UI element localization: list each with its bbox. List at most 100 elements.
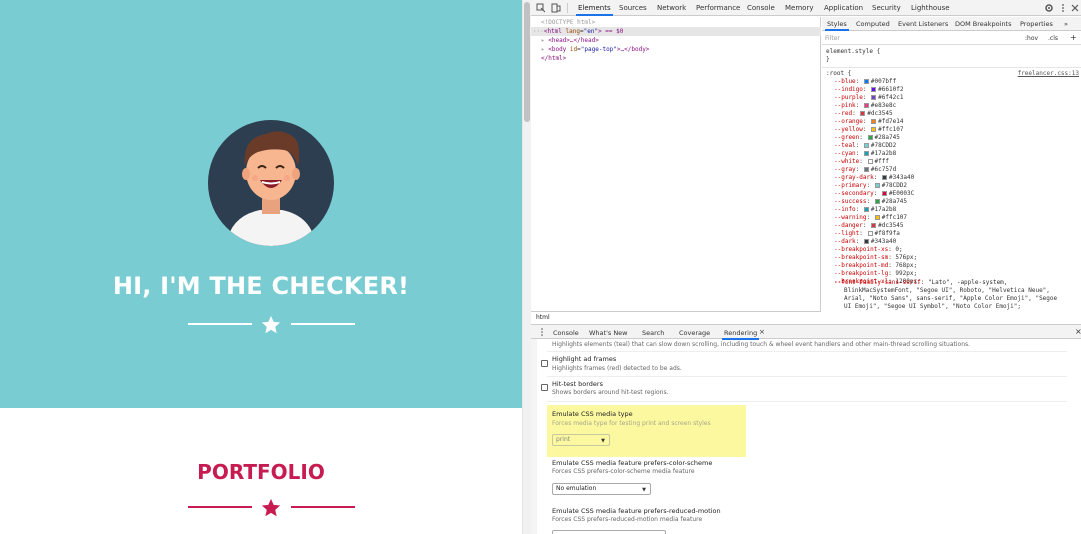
css-variable-line[interactable]: --yellow: #ffc107 — [834, 126, 903, 134]
css-variable-line[interactable]: --danger: #dc3545 — [834, 222, 903, 230]
styles-filter-input[interactable]: Filter — [825, 35, 840, 42]
color-swatch[interactable] — [860, 111, 866, 116]
device-toolbar-icon[interactable] — [551, 3, 561, 13]
css-variable-line[interactable]: --breakpoint-sm: 576px; — [834, 254, 917, 262]
css-variable-line[interactable]: --green: #28a745 — [834, 134, 900, 142]
media-type-value: print — [556, 436, 571, 443]
css-variable-line[interactable]: --white: #fff — [834, 158, 889, 166]
css-variable-line[interactable]: --gray: #6c757d — [834, 166, 896, 174]
color-swatch[interactable] — [863, 143, 869, 148]
css-variable-line[interactable]: --success: #28a745 — [834, 198, 907, 206]
css-variable-line[interactable]: --light: #f8f9fa — [834, 230, 900, 238]
css-variable-line[interactable]: --gray-dark: #343a40 — [834, 174, 914, 182]
color-swatch[interactable] — [871, 95, 877, 100]
color-swatch[interactable] — [881, 175, 887, 180]
cls-button[interactable]: .cls — [1048, 35, 1058, 42]
doctype-node[interactable]: <!DOCTYPE html> — [541, 18, 595, 27]
tab-event-listeners[interactable]: Event Listeners — [898, 20, 948, 28]
breadcrumb-item-html[interactable]: html — [536, 314, 550, 321]
tab-lighthouse[interactable]: Lighthouse — [911, 4, 950, 12]
new-rule-button[interactable]: + — [1070, 33, 1077, 42]
drawer-tab-search[interactable]: Search — [642, 329, 664, 337]
css-variable-line[interactable]: --cyan: #17a2b8 — [834, 150, 896, 158]
color-swatch[interactable] — [863, 79, 869, 84]
color-swatch[interactable] — [863, 103, 869, 108]
css-variable-line[interactable]: --info: #17a2b8 — [834, 206, 896, 214]
tab-computed[interactable]: Computed — [856, 20, 890, 28]
reduced-motion-select[interactable] — [552, 530, 666, 534]
drawer-tab-console[interactable]: Console — [553, 329, 579, 337]
reduced-motion-desc: Forces CSS prefers-reduced-motion media … — [552, 516, 703, 523]
drawer-tab-coverage[interactable]: Coverage — [679, 329, 710, 337]
close-drawer-icon[interactable]: × — [1075, 327, 1081, 336]
css-variable-line[interactable]: --breakpoint-md: 768px; — [834, 262, 917, 270]
highlight-ad-frames-checkbox[interactable] — [541, 360, 548, 367]
drawer-menu-icon[interactable] — [537, 327, 547, 337]
element-style-rule[interactable]: element.style { — [826, 48, 880, 56]
page-viewport: HI, I'M THE CHECKER! PORTFOLIO — [0, 0, 522, 534]
tab-security[interactable]: Security — [872, 4, 901, 12]
gear-icon[interactable] — [1044, 3, 1054, 13]
color-swatch[interactable] — [863, 239, 869, 244]
tab-performance[interactable]: Performance — [696, 4, 740, 12]
body-node[interactable]: ▸ <body id="page-top">…</body> — [541, 45, 649, 54]
hov-button[interactable]: :hov — [1025, 35, 1038, 42]
color-swatch[interactable] — [867, 231, 873, 236]
tab-application[interactable]: Application — [824, 4, 863, 12]
hit-test-borders-checkbox[interactable] — [541, 384, 548, 391]
color-swatch[interactable] — [871, 127, 877, 132]
css-variable-line[interactable]: --warning: #ffc107 — [834, 214, 907, 222]
css-variable-line[interactable]: --breakpoint-xs: 0; — [834, 246, 903, 254]
inspect-element-icon[interactable] — [536, 3, 546, 13]
color-swatch[interactable] — [863, 151, 869, 156]
tab-styles[interactable]: Styles — [825, 20, 849, 31]
close-rendering-tab-icon[interactable]: × — [759, 328, 765, 336]
color-swatch[interactable] — [863, 167, 869, 172]
css-variable-line[interactable]: --dark: #343a40 — [834, 238, 896, 246]
css-variable-line[interactable]: --secondary: #E0003C — [834, 190, 914, 198]
color-swatch[interactable] — [867, 135, 873, 140]
drawer-tab-whats-new[interactable]: What's New — [589, 329, 628, 337]
tab-console[interactable]: Console — [747, 4, 775, 12]
css-variable-line[interactable]: --teal: #78CDD2 — [834, 142, 896, 150]
tab-memory[interactable]: Memory — [785, 4, 813, 12]
color-swatch[interactable] — [874, 199, 880, 204]
color-scheme-select[interactable]: No emulation ▼ — [552, 483, 651, 495]
tab-elements[interactable]: Elements — [576, 4, 613, 16]
tab-network[interactable]: Network — [657, 4, 686, 12]
color-swatch[interactable] — [871, 223, 877, 228]
html-close-node[interactable]: </html> — [541, 54, 566, 63]
css-variable-line[interactable]: --primary: #78CDD2 — [834, 182, 907, 190]
page-scrollbar-thumb[interactable] — [524, 2, 530, 122]
drawer-scrollbar[interactable] — [531, 339, 537, 534]
html-node[interactable]: ···<html lang="en"> == $0 — [531, 27, 821, 36]
color-swatch[interactable] — [867, 159, 873, 164]
color-swatch[interactable] — [871, 87, 877, 92]
more-options-icon[interactable] — [1058, 3, 1068, 13]
css-variable-line[interactable]: --purple: #6f42c1 — [834, 94, 903, 102]
drawer-tab-rendering[interactable]: Rendering — [721, 329, 760, 340]
tab-properties[interactable]: Properties — [1020, 20, 1053, 28]
more-tabs-icon[interactable]: » — [1064, 20, 1068, 28]
css-variable-value: #ffc107 — [881, 214, 908, 221]
color-swatch[interactable] — [871, 119, 877, 124]
color-swatch[interactable] — [863, 207, 869, 212]
color-swatch[interactable] — [874, 183, 880, 188]
source-link[interactable]: freelancer.css:13 — [1018, 70, 1079, 78]
css-variable-line[interactable]: --blue: #007bff — [834, 78, 896, 86]
page-scrollbar[interactable] — [522, 0, 531, 534]
css-variable-line[interactable]: --breakpoint-lg: 992px; — [834, 270, 917, 278]
color-swatch[interactable] — [874, 215, 880, 220]
head-node[interactable]: ▸ <head>…</head> — [541, 36, 599, 45]
css-variable-line[interactable]: --pink: #e83e8c — [834, 102, 896, 110]
color-swatch[interactable] — [881, 191, 887, 196]
css-variable-value: #007bff — [870, 78, 897, 85]
close-icon[interactable] — [1070, 3, 1080, 13]
css-variable-line[interactable]: --orange: #fd7e14 — [834, 118, 903, 126]
tab-dom-breakpoints[interactable]: DOM Breakpoints — [955, 20, 1012, 28]
media-type-select[interactable]: print ▼ — [552, 434, 610, 446]
css-variable-line[interactable]: --red: #dc3545 — [834, 110, 893, 118]
font-family-var[interactable]: --font-family-sans-serif: "Lato", -apple… — [834, 279, 1007, 287]
css-variable-line[interactable]: --indigo: #6610f2 — [834, 86, 903, 94]
tab-sources[interactable]: Sources — [619, 4, 647, 12]
